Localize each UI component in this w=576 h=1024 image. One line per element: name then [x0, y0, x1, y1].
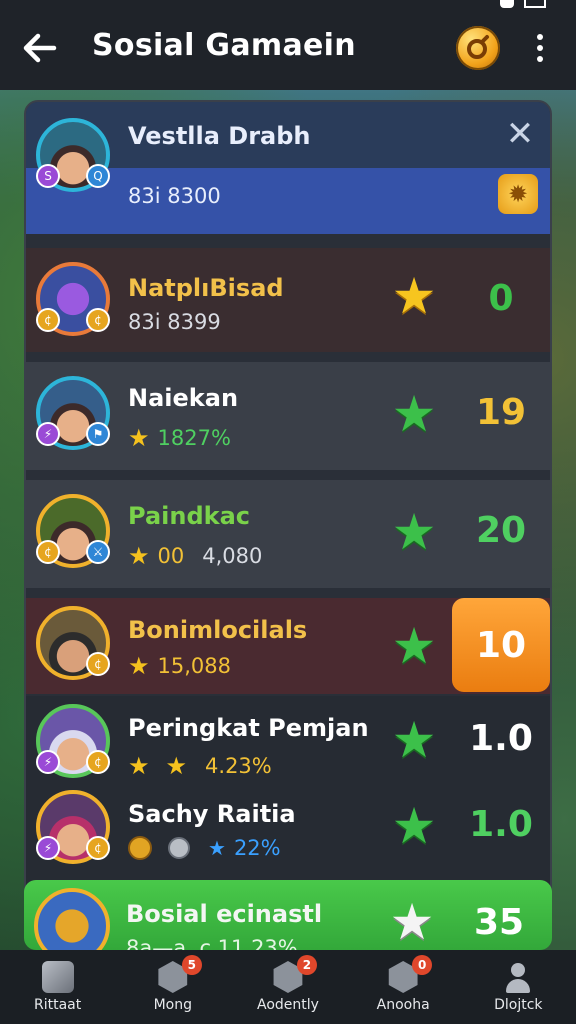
- gold-star-icon: ★: [391, 267, 437, 325]
- avatar: ¢ ¢: [36, 262, 110, 336]
- stat-b: 4,080: [202, 544, 263, 568]
- stat-a: 00: [157, 544, 185, 568]
- green-star-icon: ★: [391, 797, 437, 855]
- player-stat: ★ 1827%: [128, 424, 231, 452]
- notification-badge: 5: [181, 955, 202, 975]
- star-icon: ★: [165, 752, 188, 780]
- notification-badge: 2: [296, 955, 317, 975]
- top-player-row[interactable]: S Q Vestlla Drabh 83i 8300 ✕ ✹: [26, 102, 550, 234]
- bottom-nav: Rittaat 5 Mong 2 Aodently 0 Anooha Dlojt…: [0, 950, 576, 1024]
- lightning-badge-icon: ⚡: [36, 836, 60, 860]
- signal-icon: [500, 0, 514, 8]
- percent-text: 22%: [233, 836, 281, 860]
- player-name: Sachy Raitia: [128, 800, 296, 828]
- more-menu-button[interactable]: [528, 30, 552, 66]
- nav-item-anooha[interactable]: 0 Anooha: [348, 955, 458, 1013]
- arrow-left-icon: [23, 33, 57, 63]
- lightning-badge-icon: ⚡: [36, 750, 60, 774]
- star-icon: ★: [128, 542, 150, 570]
- player-stat: 83i 8399: [128, 310, 221, 334]
- green-star-icon: ★: [391, 711, 437, 769]
- person-icon: [502, 961, 534, 993]
- player-name: Bonimlocilals: [128, 616, 308, 644]
- stat-text: 15,088: [157, 654, 231, 678]
- lightning-badge-icon: ⚡: [36, 422, 60, 446]
- player-score: 1.0: [469, 718, 533, 759]
- player-name: Naiekan: [128, 384, 239, 412]
- green-star-icon: ★: [391, 617, 437, 675]
- close-button[interactable]: ✕: [502, 116, 538, 152]
- avatar: ¢ ⚔: [36, 494, 110, 568]
- shield-badge-icon: ⚔: [86, 540, 110, 564]
- rank-badge-icon: S: [36, 164, 60, 188]
- coin-button[interactable]: [456, 26, 500, 70]
- list-item[interactable]: ¢ ¢ NatplıBisad 83i 8399 ★ 0: [26, 248, 550, 352]
- player-stat: 83i 8300: [128, 184, 221, 208]
- highlight-score-box: 10: [452, 598, 550, 692]
- player-score: 1.0: [469, 804, 533, 845]
- coin-badge-icon: ¢: [86, 308, 110, 332]
- list-item[interactable]: ⚡ ¢ Sachy Raitia ★ 22% ★ 1.0: [26, 786, 550, 878]
- page-title: Sosial Gamaein: [92, 28, 356, 63]
- player-stat: ★ ★ 4.23%: [128, 752, 272, 780]
- avatar: ⚡ ⚑: [36, 376, 110, 450]
- coin-icon: [467, 35, 489, 59]
- avatar: [34, 888, 110, 950]
- coin-badge-icon: ¢: [36, 308, 60, 332]
- shield-badge-icon: ⚑: [86, 422, 110, 446]
- avatar: ⚡ ¢: [36, 790, 110, 864]
- player-name: Bosial ecinastl: [126, 900, 323, 928]
- leaderboard-panel: S Q Vestlla Drabh 83i 8300 ✕ ✹ ¢ ¢ Natpl…: [24, 100, 552, 950]
- player-stat: ★ 00 4,080: [128, 542, 262, 570]
- player-name: Peringkat Pemjan: [128, 714, 369, 742]
- avatar: S Q: [36, 118, 110, 192]
- player-score: 20: [475, 510, 527, 551]
- coin-badge-icon: ¢: [86, 836, 110, 860]
- player-stat: ★ 22%: [128, 836, 281, 860]
- avatar: ⚡ ¢: [36, 704, 110, 778]
- player-name: Vestlla Drabh: [128, 122, 311, 150]
- notification-badge: 0: [412, 955, 433, 975]
- star-icon: ★: [128, 652, 150, 680]
- nav-item-aodently[interactable]: 2 Aodently: [233, 955, 343, 1013]
- list-item[interactable]: ⚡ ⚑ Naiekan ★ 1827% ★ 19: [26, 362, 550, 470]
- shield-badge-icon: Q: [86, 164, 110, 188]
- player-score: 35: [473, 902, 525, 943]
- white-star-icon: ★: [389, 893, 435, 950]
- battery-icon: [524, 0, 546, 8]
- player-stat: ★ 15,088: [128, 652, 231, 680]
- blue-star-icon: ★: [208, 836, 226, 860]
- app-bar: Sosial Gamaein: [0, 0, 576, 90]
- coin-badge-icon: ¢: [86, 652, 110, 676]
- back-button[interactable]: [18, 26, 62, 70]
- player-name: NatplıBisad: [128, 274, 284, 302]
- my-rank-bar[interactable]: Bosial ecinastl 8a—a..c 11.23% ★ 35: [24, 880, 552, 950]
- nav-item-mong[interactable]: 5 Mong: [118, 955, 228, 1013]
- green-star-icon: ★: [391, 385, 437, 443]
- list-item[interactable]: ⚡ ¢ Peringkat Pemjan ★ ★ 4.23% ★ 1.0: [26, 696, 550, 786]
- status-bar: [500, 0, 546, 10]
- player-score: 19: [475, 392, 527, 433]
- player-stat: 8a—a..c 11.23%: [126, 936, 298, 950]
- nav-item-dlojtck[interactable]: Dlojtck: [463, 961, 573, 1013]
- avatar: ¢: [36, 606, 110, 680]
- star-icon: ★: [128, 424, 150, 452]
- nav-item-rittaat[interactable]: Rittaat: [3, 961, 113, 1013]
- list-item[interactable]: ¢ ⚔ Paindkac ★ 00 4,080 ★ 20: [26, 480, 550, 588]
- gear-icon[interactable]: ✹: [498, 174, 538, 214]
- green-star-icon: ★: [391, 503, 437, 561]
- percent-text: 4.23%: [205, 754, 272, 778]
- star-icon: ★: [128, 752, 150, 780]
- coin-badge-icon: ¢: [36, 540, 60, 564]
- silver-coin-icon: [168, 837, 190, 859]
- more-vert-icon: [537, 34, 543, 40]
- player-name: Paindkac: [128, 502, 251, 530]
- percent-text: 1827%: [157, 426, 231, 450]
- gold-coin-icon: [128, 836, 152, 860]
- cube-icon: [41, 961, 74, 993]
- player-score: 0: [488, 278, 514, 319]
- coin-badge-icon: ¢: [86, 750, 110, 774]
